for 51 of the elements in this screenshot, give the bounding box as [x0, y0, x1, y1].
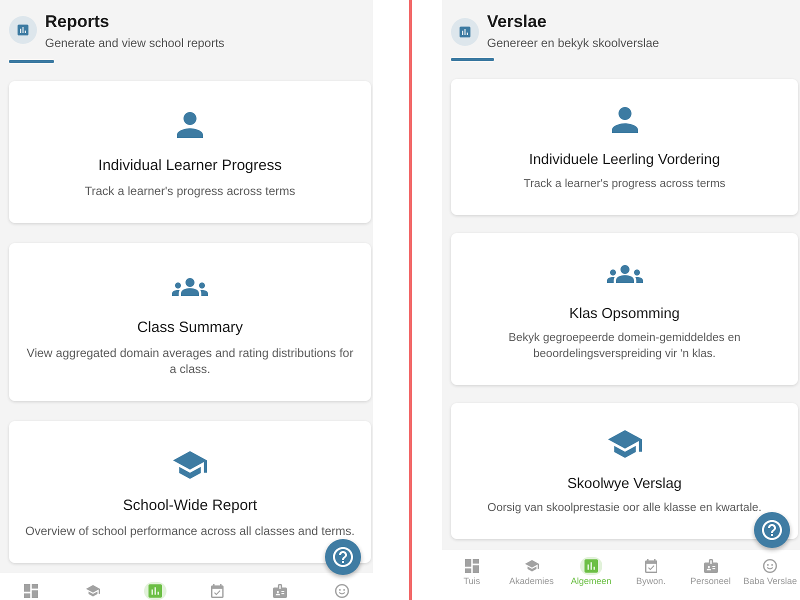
group-of-people-icon: [172, 278, 208, 296]
nav-item[interactable]: [22, 582, 40, 600]
smiley-face-icon: [763, 559, 778, 573]
card-description: Overview of school performance across all classes and terms.: [25, 523, 355, 539]
person-icon: [177, 112, 203, 138]
card-description: Bekyk gegroepeerde domein-gemiddeldes en beoordelingsverspreiding vir 'n klas.: [507, 331, 742, 362]
card-title: Individual Learner Progress: [98, 156, 282, 176]
help-icon: [762, 520, 782, 540]
nav-item[interactable]: [332, 582, 351, 600]
card-title: Class Summary: [137, 318, 243, 338]
dashboard-icon: [464, 559, 479, 573]
calendar-check-icon: [644, 559, 658, 573]
nav-item[interactable]: [270, 582, 289, 600]
card-title: Klas Opsomming: [569, 305, 680, 324]
page-title: Verslae: [487, 11, 548, 33]
report-card[interactable]: Individual Learner Progress Track a learner's progress across terms: [9, 81, 371, 223]
id-badge-icon: [272, 584, 287, 598]
help-icon: [333, 547, 353, 567]
bar-chart-icon: [9, 16, 37, 44]
report-card[interactable]: Skoolwye Verslag Oorsig van skoolprestasie oor alle klasse en kwartale.: [451, 403, 798, 539]
card-title: Skoolwye Verslag: [567, 475, 682, 494]
nav-item[interactable]: [209, 582, 226, 600]
id-badge-icon: [704, 559, 718, 573]
report-card[interactable]: Individuele Leerling Vordering Track a learner's progress across terms: [451, 79, 798, 215]
graduation-cap-icon: [173, 451, 207, 479]
graduation-cap-icon: [524, 560, 538, 572]
graduation-cap-icon: [86, 585, 100, 597]
report-card[interactable]: Class Summary View aggregated domain averages and rating distributions for a class.: [9, 243, 371, 401]
card-description: Track a learner's progress across terms: [524, 177, 726, 192]
group-of-people-icon: [606, 265, 642, 283]
nav-item[interactable]: [142, 582, 169, 600]
calendar-check-icon: [211, 584, 224, 598]
bar-chart-icon: [144, 582, 167, 600]
bar-chart-icon: [580, 557, 602, 575]
report-card[interactable]: School-Wide Report Overview of school performance across all classes and terms.: [9, 421, 371, 563]
smiley-face-icon: [334, 584, 349, 598]
accent-bar: [451, 58, 494, 61]
graduation-cap-icon: [608, 430, 642, 458]
bar-chart-icon: [451, 18, 479, 46]
card-description: View aggregated domain averages and rating distributions for a class.: [26, 345, 354, 377]
card-description: Oorsig van skoolprestasie oor alle klasse en kwartale.: [487, 501, 762, 516]
card-description: Track a learner's progress across terms: [84, 183, 296, 199]
page-title: Reports: [45, 11, 110, 33]
dashboard-icon: [24, 584, 38, 598]
card-title: Individuele Leerling Vordering: [528, 151, 720, 170]
card-title: School-Wide Report: [122, 496, 258, 516]
person-icon: [612, 107, 638, 133]
report-card[interactable]: Klas Opsomming Bekyk gegroepeerde domein-gemiddeldes en beoordelingsverspreiding vir 'n klas.: [451, 233, 798, 385]
accent-bar: [9, 60, 54, 63]
page-subtitle: Genereer en bekyk skoolverslae: [487, 35, 660, 51]
page-subtitle: Generate and view school reports: [45, 35, 224, 51]
